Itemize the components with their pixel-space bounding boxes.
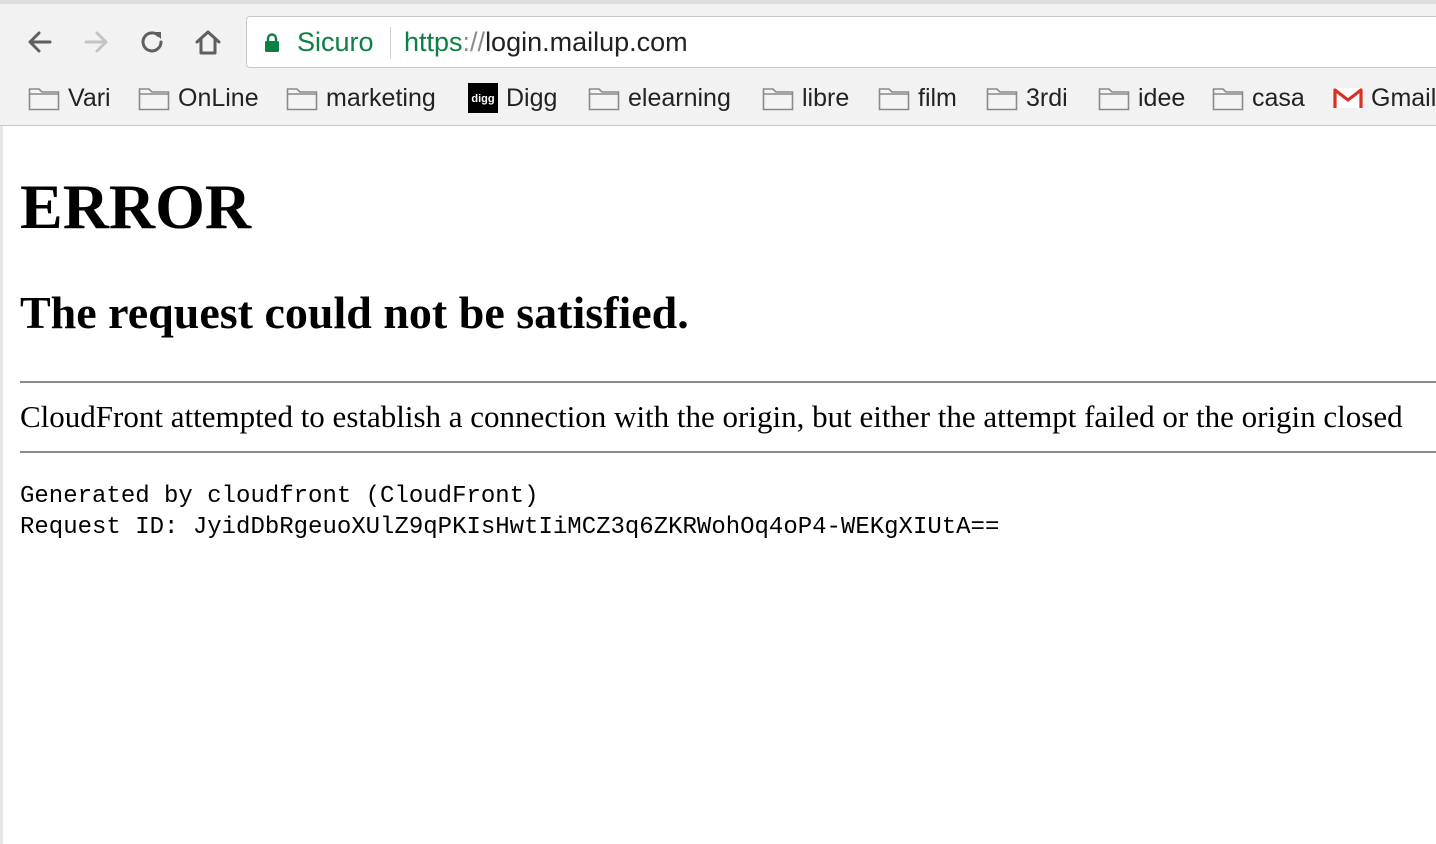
secure-label[interactable]: Sicuro (297, 27, 374, 58)
bookmark-label: elearning (628, 83, 731, 112)
bookmark-idee[interactable]: idee (1098, 78, 1185, 118)
bookmark-online[interactable]: OnLine (138, 78, 259, 118)
bookmark-label: film (918, 83, 957, 112)
bookmark-label: Vari (68, 83, 111, 112)
bookmark-label: libre (802, 83, 850, 112)
browser-toolbar: Sicuro https://login.mailup.com Vari OnL… (0, 0, 1436, 126)
home-button[interactable] (188, 22, 228, 62)
folder-icon (986, 85, 1018, 111)
url-text[interactable]: https://login.mailup.com (404, 27, 688, 58)
bookmark-gmail[interactable]: Gmail (1333, 78, 1436, 118)
folder-icon (1212, 85, 1244, 111)
bookmark-elearning[interactable]: elearning (588, 78, 731, 118)
page-content: ERROR The request could not be satisfied… (20, 126, 1436, 844)
bookmark-marketing[interactable]: marketing (286, 78, 436, 118)
error-message: CloudFront attempted to establish a conn… (20, 399, 1403, 434)
back-button[interactable] (20, 22, 60, 62)
digg-icon: digg (468, 83, 498, 113)
request-id-text: Request ID: JyidDbRgeuoXUlZ9qPKIsHwtIiMC… (20, 514, 1000, 541)
back-arrow-icon (28, 31, 52, 53)
folder-icon (138, 85, 170, 111)
generated-by-text: Generated by cloudfront (CloudFront) (20, 483, 539, 510)
bookmark-label: OnLine (178, 83, 259, 112)
url-host: login.mailup.com (485, 27, 688, 57)
bookmark-casa[interactable]: casa (1212, 78, 1305, 118)
bookmark-label: idee (1138, 83, 1186, 112)
gmail-icon (1333, 87, 1363, 109)
folder-icon (762, 85, 794, 111)
bookmark-vari[interactable]: Vari (28, 78, 111, 118)
url-separator: :// (462, 27, 486, 57)
bookmark-digg[interactable]: digg Digg (468, 78, 557, 118)
bookmark-label: marketing (326, 83, 436, 112)
error-subtitle: The request could not be satisfied. (20, 287, 689, 338)
forward-button[interactable] (76, 22, 116, 62)
folder-icon (286, 85, 318, 111)
bookmark-label: Digg (506, 83, 558, 112)
folder-icon (588, 85, 620, 111)
url-scheme: https (404, 27, 463, 57)
reload-button[interactable] (132, 22, 172, 62)
forward-arrow-icon (84, 31, 108, 53)
home-icon (195, 30, 221, 55)
lock-icon (265, 33, 279, 52)
folder-icon (1098, 85, 1130, 111)
bookmark-label: 3rdi (1026, 83, 1068, 112)
bookmark-label: Gmail (1371, 83, 1436, 112)
page-title: ERROR (20, 171, 252, 242)
bookmark-film[interactable]: film (878, 78, 957, 118)
folder-icon (878, 85, 910, 111)
bookmark-libre[interactable]: libre (762, 78, 849, 118)
svg-text:digg: digg (471, 93, 494, 105)
tab-strip-edge (0, 0, 1436, 4)
address-bar[interactable]: Sicuro https://login.mailup.com (246, 16, 1436, 68)
divider-top (20, 381, 1436, 383)
bookmark-3rdi[interactable]: 3rdi (986, 78, 1068, 118)
omnibox-divider (390, 27, 391, 59)
folder-icon (28, 85, 60, 111)
bookmarks-bar: Vari OnLine marketing digg Digg elearnin… (0, 78, 1436, 118)
bookmark-label: casa (1252, 83, 1305, 112)
divider-bottom (20, 451, 1436, 453)
reload-icon (141, 31, 163, 53)
window-edge (0, 126, 3, 844)
